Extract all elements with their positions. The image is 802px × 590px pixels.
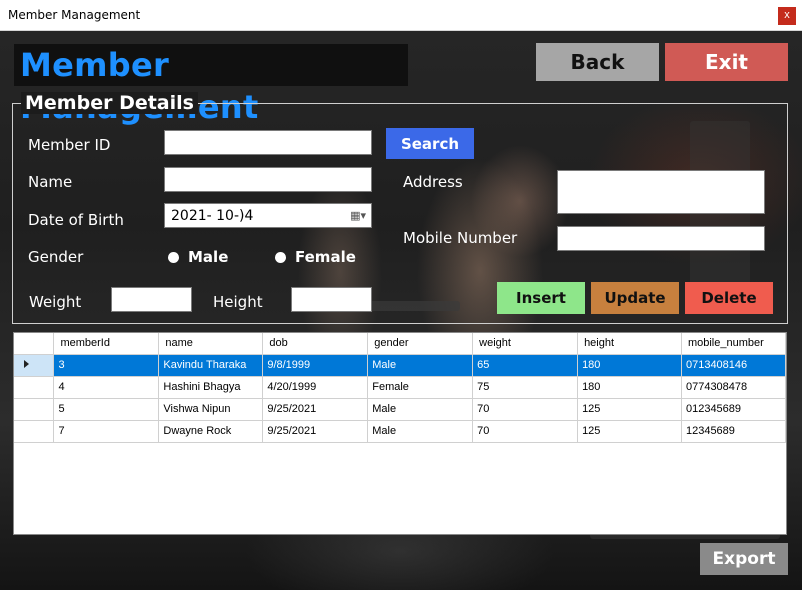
members-data-grid[interactable]: memberId name dob gender weight height m… [13, 332, 787, 535]
table-cell[interactable]: 3 [53, 354, 160, 377]
table-row[interactable]: 5 Vishwa Nipun 9/25/2021 Male 70 125 012… [14, 398, 786, 421]
dob-label: Date of Birth [28, 211, 124, 229]
member-id-label: Member ID [28, 136, 111, 154]
table-cell[interactable]: 9/25/2021 [262, 398, 369, 421]
window-title: Member Management [8, 8, 141, 22]
member-id-input[interactable] [164, 130, 372, 155]
radio-circle-icon [168, 251, 179, 263]
row-selector[interactable] [14, 420, 55, 443]
address-input[interactable] [557, 170, 765, 214]
gender-male-radio[interactable]: Male [168, 248, 228, 266]
table-cell[interactable]: 125 [577, 398, 682, 421]
table-row[interactable]: 4 Hashini Bhagya 4/20/1999 Female 75 180… [14, 376, 786, 399]
table-cell[interactable]: Hashini Bhagya [158, 376, 264, 399]
mobile-input[interactable] [557, 226, 765, 251]
table-cell[interactable]: Male [367, 354, 474, 377]
table-cell[interactable]: 4/20/1999 [262, 376, 369, 399]
table-cell[interactable]: 9/8/1999 [262, 354, 369, 377]
row-selector[interactable] [14, 376, 55, 399]
insert-button[interactable]: Insert [497, 282, 585, 314]
table-cell[interactable]: 7 [53, 420, 160, 443]
table-cell[interactable]: Female [367, 376, 474, 399]
close-icon[interactable]: x [778, 7, 796, 25]
row-selector[interactable] [14, 398, 55, 421]
column-header[interactable]: height [577, 333, 682, 355]
table-cell[interactable]: Male [367, 398, 474, 421]
calendar-dropdown-icon[interactable]: ▦▾ [350, 209, 366, 222]
column-header[interactable]: name [158, 333, 264, 355]
table-cell[interactable]: 65 [472, 354, 579, 377]
member-details-legend: Member Details [21, 92, 198, 114]
table-cell[interactable]: 9/25/2021 [262, 420, 369, 443]
column-header[interactable]: mobile_number [681, 333, 786, 355]
table-cell[interactable]: 70 [472, 398, 579, 421]
table-cell[interactable]: 180 [577, 376, 682, 399]
table-cell[interactable]: Vishwa Nipun [158, 398, 264, 421]
gender-female-label: Female [295, 248, 356, 266]
back-button[interactable]: Back [536, 43, 659, 81]
table-cell[interactable]: 75 [472, 376, 579, 399]
height-input[interactable] [291, 287, 372, 312]
table-cell[interactable]: 0774308478 [681, 376, 786, 399]
column-header[interactable]: weight [472, 333, 579, 355]
table-cell[interactable]: 70 [472, 420, 579, 443]
table-cell[interactable]: 12345689 [681, 420, 786, 443]
current-row-arrow-icon [24, 360, 29, 368]
radio-circle-icon [275, 251, 286, 263]
table-cell[interactable]: Male [367, 420, 474, 443]
dob-date-picker[interactable]: 2021- 10-)4 ▦▾ [164, 203, 372, 228]
page-title: Member Management [14, 44, 408, 126]
table-cell[interactable]: 4 [53, 376, 160, 399]
gender-label: Gender [28, 248, 84, 266]
column-header[interactable]: memberId [53, 333, 160, 355]
table-cell[interactable]: Kavindu Tharaka [158, 354, 264, 377]
weight-input[interactable] [111, 287, 192, 312]
table-cell[interactable]: 012345689 [681, 398, 786, 421]
weight-label: Weight [29, 293, 82, 311]
table-cell[interactable]: 0713408146 [681, 354, 786, 377]
table-row[interactable]: 3 Kavindu Tharaka 9/8/1999 Male 65 180 0… [14, 354, 786, 377]
table-header-row: memberId name dob gender weight height m… [14, 333, 786, 355]
row-selector[interactable] [14, 354, 55, 377]
update-button[interactable]: Update [591, 282, 679, 314]
table-row[interactable]: 7 Dwayne Rock 9/25/2021 Male 70 125 1234… [14, 420, 786, 443]
window-titlebar: Member Management x [0, 0, 802, 31]
exit-button[interactable]: Exit [665, 43, 788, 81]
column-header[interactable]: dob [262, 333, 369, 355]
table-cell[interactable]: 125 [577, 420, 682, 443]
gender-male-label: Male [188, 248, 229, 266]
name-input[interactable] [164, 167, 372, 192]
table-cell[interactable]: 5 [53, 398, 160, 421]
search-button[interactable]: Search [386, 128, 474, 159]
members-table: memberId name dob gender weight height m… [14, 333, 786, 443]
height-label: Height [213, 293, 263, 311]
export-button[interactable]: Export [700, 543, 788, 575]
dob-value: 2021- 10-)4 [171, 207, 254, 224]
table-cell[interactable]: Dwayne Rock [158, 420, 264, 443]
gender-female-radio[interactable]: Female [275, 248, 356, 266]
address-label: Address [403, 173, 463, 191]
mobile-label: Mobile Number [403, 229, 518, 247]
column-header[interactable]: gender [367, 333, 474, 355]
table-cell[interactable]: 180 [577, 354, 682, 377]
row-header-corner [14, 333, 55, 355]
name-label: Name [28, 173, 73, 191]
delete-button[interactable]: Delete [685, 282, 773, 314]
